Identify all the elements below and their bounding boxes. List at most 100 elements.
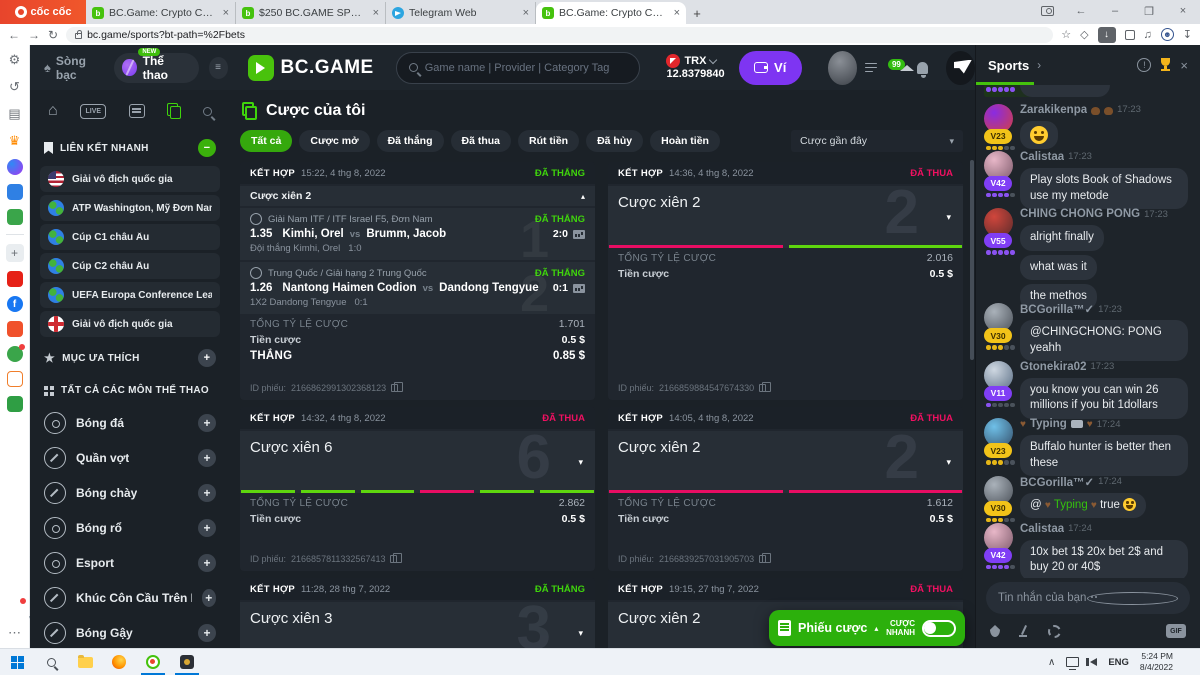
collapse-chevron-icon[interactable]: ▴ — [581, 192, 585, 201]
gif-picker-icon[interactable]: GIF — [1166, 624, 1186, 638]
quick-link-item[interactable]: Giải vô địch quốc gia — [40, 311, 220, 337]
filter-cashout[interactable]: Rút tiền — [518, 130, 579, 152]
tab-close-icon[interactable]: × — [523, 7, 529, 19]
filter-lost[interactable]: Đã thua — [451, 130, 512, 152]
download-active-icon[interactable]: ↓ — [1098, 27, 1116, 43]
history-icon[interactable]: ↺ — [6, 78, 24, 96]
facebook-icon[interactable]: f — [7, 296, 23, 312]
sidebar-item-basketball[interactable]: Bóng rổ + — [40, 510, 220, 545]
expand-sport-button[interactable]: + — [198, 519, 216, 537]
shopping-app-icon[interactable] — [7, 321, 23, 337]
media-icon[interactable]: ♫ — [1144, 29, 1152, 41]
settings-gear-icon[interactable]: ⚙ — [6, 51, 24, 69]
filter-refund[interactable]: Hoàn tiền — [650, 130, 720, 152]
notifications-bell-icon[interactable] — [6, 600, 24, 618]
expand-sport-button[interactable]: + — [198, 414, 216, 432]
expand-chevron-icon[interactable]: ▾ — [946, 457, 951, 468]
start-button[interactable] — [0, 649, 34, 675]
stats-icon[interactable] — [573, 284, 585, 293]
quick-link-item[interactable]: Cúp C2 châu Âu — [40, 253, 220, 279]
copy-icon[interactable] — [759, 555, 766, 563]
chat-toggle-button[interactable] — [946, 51, 975, 85]
filter-won[interactable]: Đã thắng — [377, 130, 444, 152]
messenger-icon[interactable] — [7, 159, 23, 175]
network-icon[interactable] — [1066, 657, 1079, 667]
clock[interactable]: 5:24 PM8/4/2022 — [1140, 651, 1173, 672]
coin-drop-icon[interactable] — [1048, 625, 1061, 638]
account-menu-icon[interactable] — [865, 63, 877, 73]
bet-name-row[interactable]: Cược xiên 6 6 ▾ — [240, 431, 595, 493]
shield-icon[interactable]: ◇ — [1080, 28, 1088, 41]
coccoc-brand-button[interactable]: cốc cốc — [0, 0, 86, 24]
live-icon[interactable]: LIVE — [80, 104, 106, 119]
tab-bcgame-1[interactable]: b BC.Game: Crypto Casino Gan × — [86, 2, 236, 24]
language-indicator[interactable]: ENG — [1108, 657, 1129, 668]
copy-icon[interactable] — [390, 555, 397, 563]
bookmark-star-icon[interactable]: ☆ — [1061, 28, 1071, 41]
expand-sport-button[interactable]: + — [198, 484, 216, 502]
casino-nav-button[interactable]: ♠ Sòng bạc — [44, 54, 100, 82]
new-tab-button[interactable]: + — [686, 2, 708, 24]
quick-link-item[interactable]: ATP Washington, Mỹ Đơn Nam — [40, 195, 220, 221]
crown-icon[interactable]: ♛ — [6, 132, 24, 150]
collapse-quick-links-button[interactable]: − — [198, 139, 216, 157]
youtube-icon[interactable] — [7, 271, 23, 287]
chat-channel-label[interactable]: Sports — [988, 58, 1029, 73]
filter-open[interactable]: Cược mở — [299, 130, 369, 152]
sports-nav-button[interactable]: Thể thao NEW — [114, 53, 198, 83]
sort-dropdown[interactable]: Cược gần đây▾ — [791, 130, 963, 152]
sidebar-item-baseball[interactable]: Bóng chày + — [40, 475, 220, 510]
mention[interactable]: Typing — [1054, 499, 1088, 511]
restore-button[interactable]: ❐ — [1132, 0, 1166, 22]
betslip-button[interactable]: Phiếu cược ▴ CƯỢCNHANH — [769, 610, 965, 646]
search-icon[interactable] — [203, 107, 212, 116]
sidebar-item-tennis[interactable]: Quần vợt + — [40, 440, 220, 475]
wallet-button[interactable]: Ví — [739, 51, 802, 85]
expand-chevron-icon[interactable]: ▾ — [578, 628, 583, 639]
collapse-nav-icon[interactable]: ≡ — [209, 57, 228, 79]
scrollbar[interactable] — [970, 160, 974, 360]
bet-name-row[interactable]: Cược xiên 3 3 ▾ — [240, 602, 595, 648]
my-bets-icon[interactable] — [167, 103, 180, 119]
zalo-icon[interactable] — [7, 184, 23, 200]
copy-icon[interactable] — [391, 384, 398, 392]
reader-mode-icon[interactable] — [1030, 0, 1064, 22]
history-back-icon[interactable]: ← — [1064, 0, 1098, 22]
expand-sport-button[interactable]: + — [202, 589, 216, 607]
close-chat-icon[interactable]: × — [1180, 58, 1188, 73]
volume-icon[interactable] — [1090, 658, 1097, 666]
firefox-icon[interactable] — [102, 649, 136, 675]
quick-link-item[interactable]: UEFA Europa Conference League — [40, 282, 220, 308]
sidebar-item-cricket[interactable]: Bóng Gậy + — [40, 615, 220, 648]
quick-bet-toggle[interactable] — [922, 620, 956, 637]
cart-app-icon[interactable] — [7, 371, 23, 387]
tab-close-icon[interactable]: × — [223, 7, 229, 19]
sidebar-item-esport[interactable]: Esport + — [40, 545, 220, 580]
coccoc-taskbar-icon[interactable] — [136, 649, 170, 675]
tab-close-icon[interactable]: × — [674, 7, 680, 19]
back-icon[interactable]: ← — [8, 28, 20, 42]
tab-telegram[interactable]: Telegram Web × — [386, 2, 536, 24]
tray-expand-icon[interactable]: ∧ — [1048, 657, 1055, 668]
add-shortcut-icon[interactable]: + — [6, 244, 24, 262]
sidebar-item-ice-hockey[interactable]: Khúc Côn Cầu Trên Băng + — [40, 580, 220, 615]
close-button[interactable]: × — [1166, 0, 1200, 22]
bet-name-row[interactable]: Cược xiên 2 2 ▾ — [608, 186, 963, 248]
expand-sport-button[interactable]: + — [198, 449, 216, 467]
profile-icon[interactable]: ☻ — [1161, 28, 1174, 41]
game-app-icon[interactable] — [170, 649, 204, 675]
user-avatar[interactable] — [828, 51, 857, 85]
downloads-tray-icon[interactable]: ↧ — [1183, 28, 1192, 41]
chevron-right-icon[interactable]: › — [1037, 58, 1041, 72]
chat-input[interactable]: Tin nhắn của bạn — [986, 582, 1190, 614]
expand-chevron-icon[interactable]: ▾ — [946, 212, 951, 223]
quick-link-item[interactable]: Cúp C1 châu Âu — [40, 224, 220, 250]
bet-name-row[interactable]: Cược xiên 2 ▴ — [240, 186, 595, 206]
promo-app-icon[interactable] — [7, 346, 23, 362]
quick-link-item[interactable]: Giải vô địch quốc gia — [40, 166, 220, 192]
taskbar-search-icon[interactable] — [34, 649, 68, 675]
bcgame-logo[interactable]: BC.GAME — [248, 55, 374, 81]
game-search-input[interactable]: Game name | Provider | Category Tag — [396, 52, 641, 84]
tab-close-icon[interactable]: × — [373, 7, 379, 19]
tab-bcgame-active[interactable]: b BC.Game: Crypto Casino Gan × — [536, 2, 686, 24]
